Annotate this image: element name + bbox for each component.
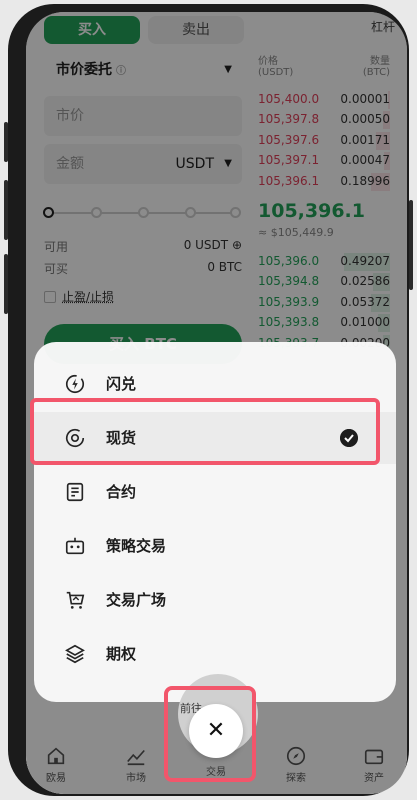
marketplace-icon xyxy=(66,591,85,609)
futures-icon xyxy=(66,482,84,502)
phone-side-button xyxy=(4,254,8,314)
flash-swap-icon xyxy=(65,374,85,394)
phone-side-button xyxy=(4,180,8,240)
menu-item-label: 合约 xyxy=(106,483,137,501)
highlight-close-button xyxy=(164,686,256,782)
phone-side-button xyxy=(4,122,8,162)
bot-icon xyxy=(65,537,85,555)
options-layers-icon xyxy=(65,644,85,664)
menu-item-futures[interactable]: 合约 xyxy=(34,466,396,518)
menu-item-label: 闪兑 xyxy=(106,375,137,393)
menu-item-label: 策略交易 xyxy=(106,537,167,555)
menu-item-options[interactable]: 期权 xyxy=(34,628,396,680)
phone-power-button xyxy=(409,200,413,290)
highlight-spot-item xyxy=(30,398,380,465)
menu-item-label: 交易广场 xyxy=(106,591,167,609)
menu-item-marketplace[interactable]: 交易广场 xyxy=(34,574,396,626)
trade-type-menu: 闪兑 现货 合约 策略交易 交易广场 期权 xyxy=(34,342,396,702)
menu-item-strategy[interactable]: 策略交易 xyxy=(34,520,396,572)
menu-item-label: 期权 xyxy=(106,645,137,663)
